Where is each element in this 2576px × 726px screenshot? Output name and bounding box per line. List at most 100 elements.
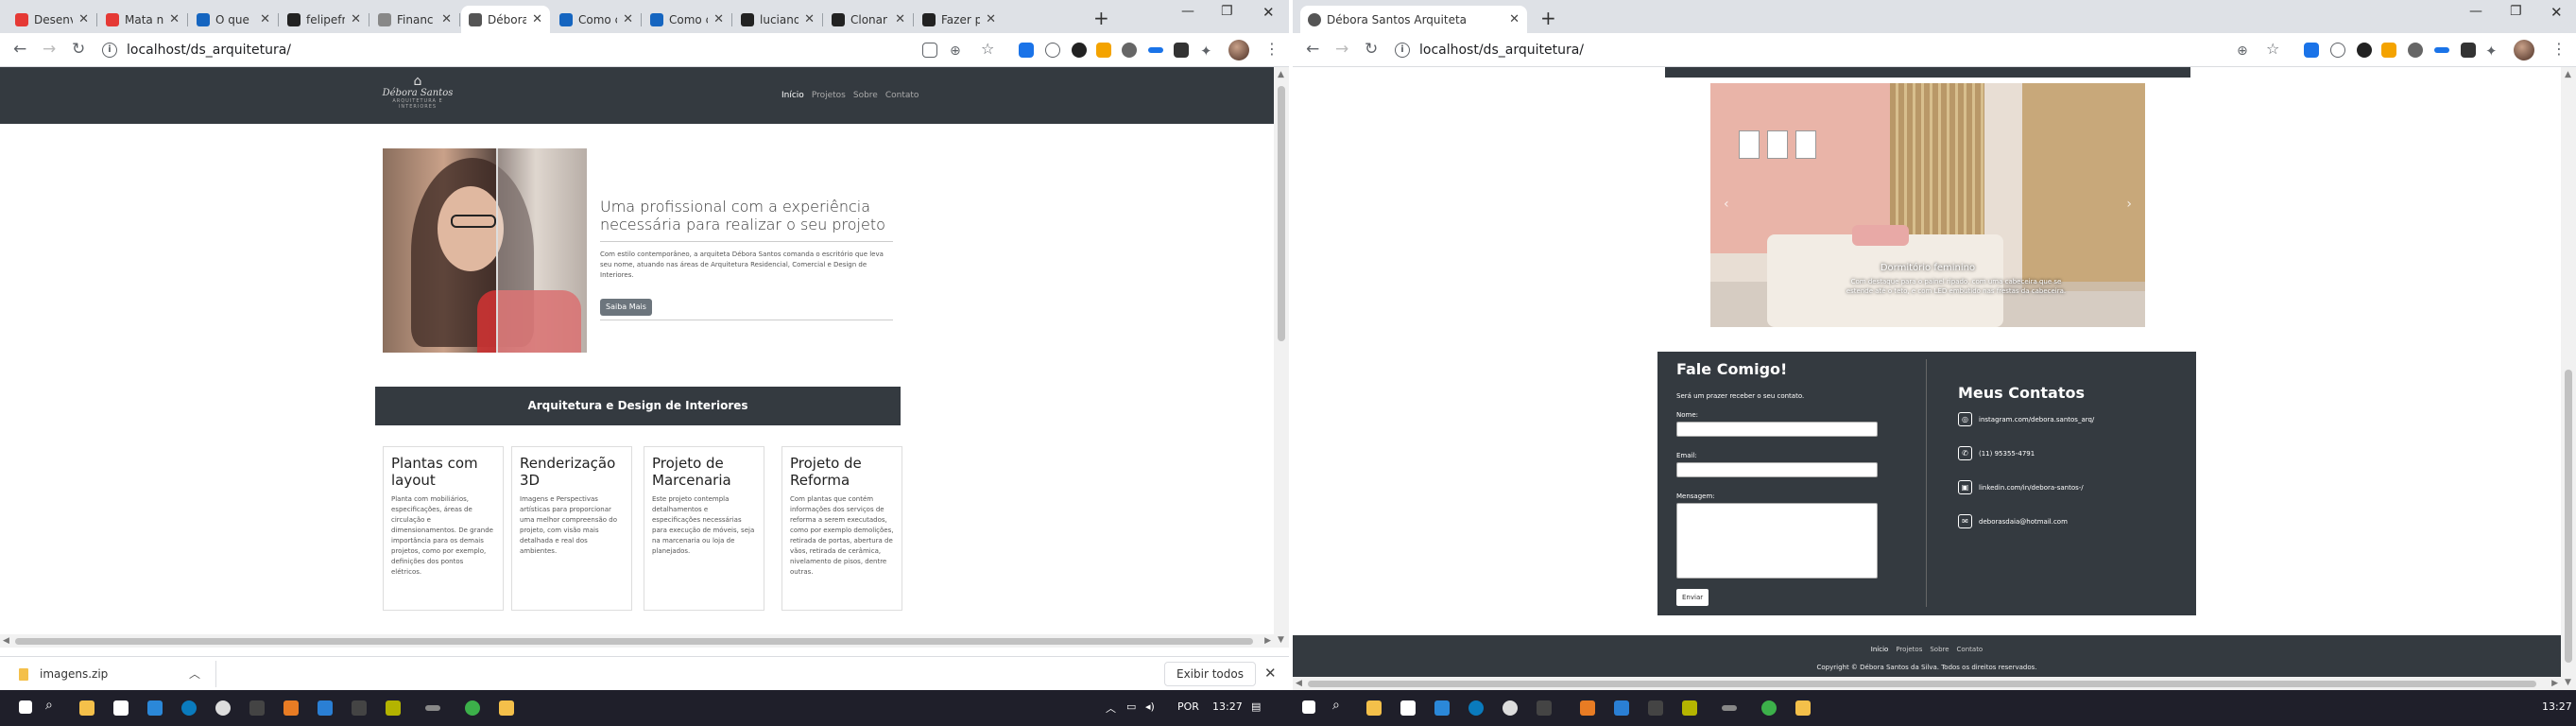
back-icon[interactable]: ← bbox=[13, 41, 26, 58]
close-tab-icon[interactable]: ✕ bbox=[78, 12, 89, 26]
close-window-button[interactable]: ✕ bbox=[1262, 4, 1275, 21]
contact-item[interactable]: ▣ linkedin.com/in/debora-santos-/ bbox=[1958, 480, 2084, 494]
carousel-prev-icon[interactable]: ‹ bbox=[1724, 197, 1729, 212]
file-explorer-icon[interactable] bbox=[79, 700, 94, 716]
translate-extension-icon[interactable] bbox=[1019, 43, 1034, 58]
footer-menu-item-0[interactable]: Início bbox=[1871, 646, 1889, 653]
app-icon[interactable] bbox=[1795, 700, 1811, 716]
horizontal-scrollbar[interactable]: ◀ ▶ bbox=[1293, 677, 2561, 690]
calculator-icon[interactable] bbox=[1537, 700, 1552, 716]
close-tab-icon[interactable]: ✕ bbox=[441, 12, 452, 26]
menu-icon[interactable]: ⋮ bbox=[1264, 41, 1279, 58]
close-tab-icon[interactable]: ✕ bbox=[532, 12, 542, 26]
edge-icon[interactable] bbox=[1468, 700, 1484, 716]
puzzle-extensions-icon[interactable]: ✦ bbox=[1200, 43, 1212, 60]
spotify-icon[interactable] bbox=[465, 700, 480, 716]
reload-icon[interactable]: ↻ bbox=[72, 41, 85, 58]
maximize-button[interactable]: ❐ bbox=[1221, 4, 1233, 19]
menu-item-3[interactable]: Contato bbox=[885, 91, 919, 100]
clock[interactable]: 13:27 bbox=[1212, 700, 1243, 713]
footer-menu-item-3[interactable]: Contato bbox=[1957, 646, 1984, 653]
outlook-icon[interactable] bbox=[1434, 700, 1450, 716]
tab[interactable]: felipefr ✕ bbox=[280, 6, 369, 33]
zoom-icon[interactable]: ⊕ bbox=[950, 43, 961, 60]
menu-icon[interactable]: ⋮ bbox=[2551, 41, 2567, 58]
tab[interactable]: luciano ✕ bbox=[733, 6, 822, 33]
contact-item[interactable]: ◎ instagram.com/debora.santos_arq/ bbox=[1958, 412, 2094, 426]
close-window-button[interactable]: ✕ bbox=[2550, 4, 2563, 21]
close-tab-icon[interactable]: ✕ bbox=[169, 12, 180, 26]
extension-icon[interactable] bbox=[1096, 43, 1111, 58]
outlook-icon[interactable] bbox=[147, 700, 163, 716]
close-tab-icon[interactable]: ✕ bbox=[804, 12, 815, 26]
extension-icon[interactable] bbox=[1045, 43, 1060, 58]
start-icon[interactable] bbox=[1302, 700, 1315, 714]
search-icon[interactable]: ⌕ bbox=[1332, 698, 1340, 713]
language-indicator[interactable]: POR bbox=[1177, 700, 1199, 713]
sublime-icon[interactable] bbox=[1580, 700, 1595, 716]
bookmark-star-icon[interactable]: ☆ bbox=[981, 41, 994, 58]
address-bar[interactable]: i localhost/ds_arquitetura/ bbox=[98, 38, 911, 62]
scrollbar-thumb[interactable] bbox=[1278, 86, 1285, 341]
vscode-icon[interactable] bbox=[1614, 700, 1629, 716]
contact-item[interactable]: ✉ deborasdaia@hotmail.com bbox=[1958, 514, 2068, 528]
close-tab-icon[interactable]: ✕ bbox=[713, 12, 724, 26]
download-item[interactable]: imagens.zip bbox=[19, 667, 108, 681]
extension-icon[interactable] bbox=[1174, 43, 1189, 58]
carousel-next-icon[interactable]: › bbox=[2126, 197, 2132, 212]
extension-icon[interactable] bbox=[2330, 43, 2345, 58]
spotify-icon[interactable] bbox=[1761, 700, 1777, 716]
tab-active[interactable]: Débora ✕ bbox=[461, 6, 550, 33]
scrollbar-thumb[interactable] bbox=[2565, 370, 2572, 663]
scrollbar-thumb[interactable] bbox=[1308, 681, 2536, 687]
new-tab-button[interactable]: + bbox=[1093, 9, 1109, 27]
zoom-icon[interactable]: ⊕ bbox=[2237, 43, 2248, 60]
bookmark-star-icon[interactable]: ☆ bbox=[2266, 41, 2279, 58]
network-icon[interactable]: ▭ bbox=[1126, 700, 1136, 713]
close-tab-icon[interactable]: ✕ bbox=[1509, 12, 1520, 26]
app-icon[interactable] bbox=[499, 700, 514, 716]
vscode-icon[interactable] bbox=[318, 700, 333, 716]
show-all-downloads-button[interactable]: Exibir todos bbox=[1164, 662, 1256, 686]
scrollbar-thumb[interactable] bbox=[15, 638, 1253, 645]
profile-avatar[interactable] bbox=[1228, 40, 1249, 60]
tab[interactable]: Fazer p ✕ bbox=[915, 6, 1004, 33]
app-icon[interactable] bbox=[386, 700, 401, 716]
tab[interactable]: Como c ✕ bbox=[643, 6, 731, 33]
menu-item-2[interactable]: Sobre bbox=[853, 91, 878, 100]
extension-icon[interactable] bbox=[2461, 43, 2476, 58]
sublime-icon[interactable] bbox=[283, 700, 299, 716]
forward-icon[interactable]: → bbox=[43, 41, 56, 58]
minimize-button[interactable]: — bbox=[2469, 4, 2482, 19]
close-tab-icon[interactable]: ✕ bbox=[623, 12, 633, 26]
notification-icon[interactable]: ▤ bbox=[1251, 700, 1261, 713]
address-bar[interactable]: i localhost/ds_arquitetura/ bbox=[1391, 38, 2223, 62]
volume-icon[interactable]: ◂) bbox=[1145, 700, 1155, 713]
tab[interactable]: Mata n ✕ bbox=[98, 6, 187, 33]
maximize-button[interactable]: ❐ bbox=[2510, 4, 2522, 19]
site-logo[interactable]: ⌂ Débora Santos ARQUITETURA E INTERIORES bbox=[382, 75, 454, 110]
tab[interactable]: Desenv ✕ bbox=[8, 6, 96, 33]
tab[interactable]: O que ✕ bbox=[189, 6, 278, 33]
store-icon[interactable] bbox=[1400, 700, 1416, 716]
extension-icon[interactable] bbox=[2408, 43, 2423, 58]
footer-menu-item-1[interactable]: Projetos bbox=[1896, 646, 1922, 653]
app-icon[interactable] bbox=[1682, 700, 1697, 716]
install-icon[interactable] bbox=[922, 43, 937, 58]
clock[interactable]: 13:27 bbox=[2542, 700, 2572, 713]
file-explorer-icon[interactable] bbox=[1366, 700, 1382, 716]
close-tab-icon[interactable]: ✕ bbox=[895, 12, 905, 26]
calculator-icon[interactable] bbox=[249, 700, 265, 716]
contact-item[interactable]: ✆ (11) 95355-4791 bbox=[1958, 446, 2035, 460]
new-tab-button[interactable]: + bbox=[1540, 9, 1556, 27]
minimize-button[interactable]: — bbox=[1181, 4, 1194, 19]
tray-chevron-icon[interactable]: ︿ bbox=[1106, 700, 1116, 716]
extension-icon[interactable] bbox=[1122, 43, 1137, 58]
terminal-icon[interactable] bbox=[352, 700, 367, 716]
reload-icon[interactable]: ↻ bbox=[1365, 41, 1378, 58]
app-icon[interactable] bbox=[425, 705, 440, 711]
email-input[interactable] bbox=[1676, 462, 1878, 477]
tab[interactable]: Clonar ✕ bbox=[824, 6, 913, 33]
vertical-scrollbar[interactable]: ▲ ▼ bbox=[1274, 67, 1289, 648]
extension-icon[interactable] bbox=[2357, 43, 2372, 58]
